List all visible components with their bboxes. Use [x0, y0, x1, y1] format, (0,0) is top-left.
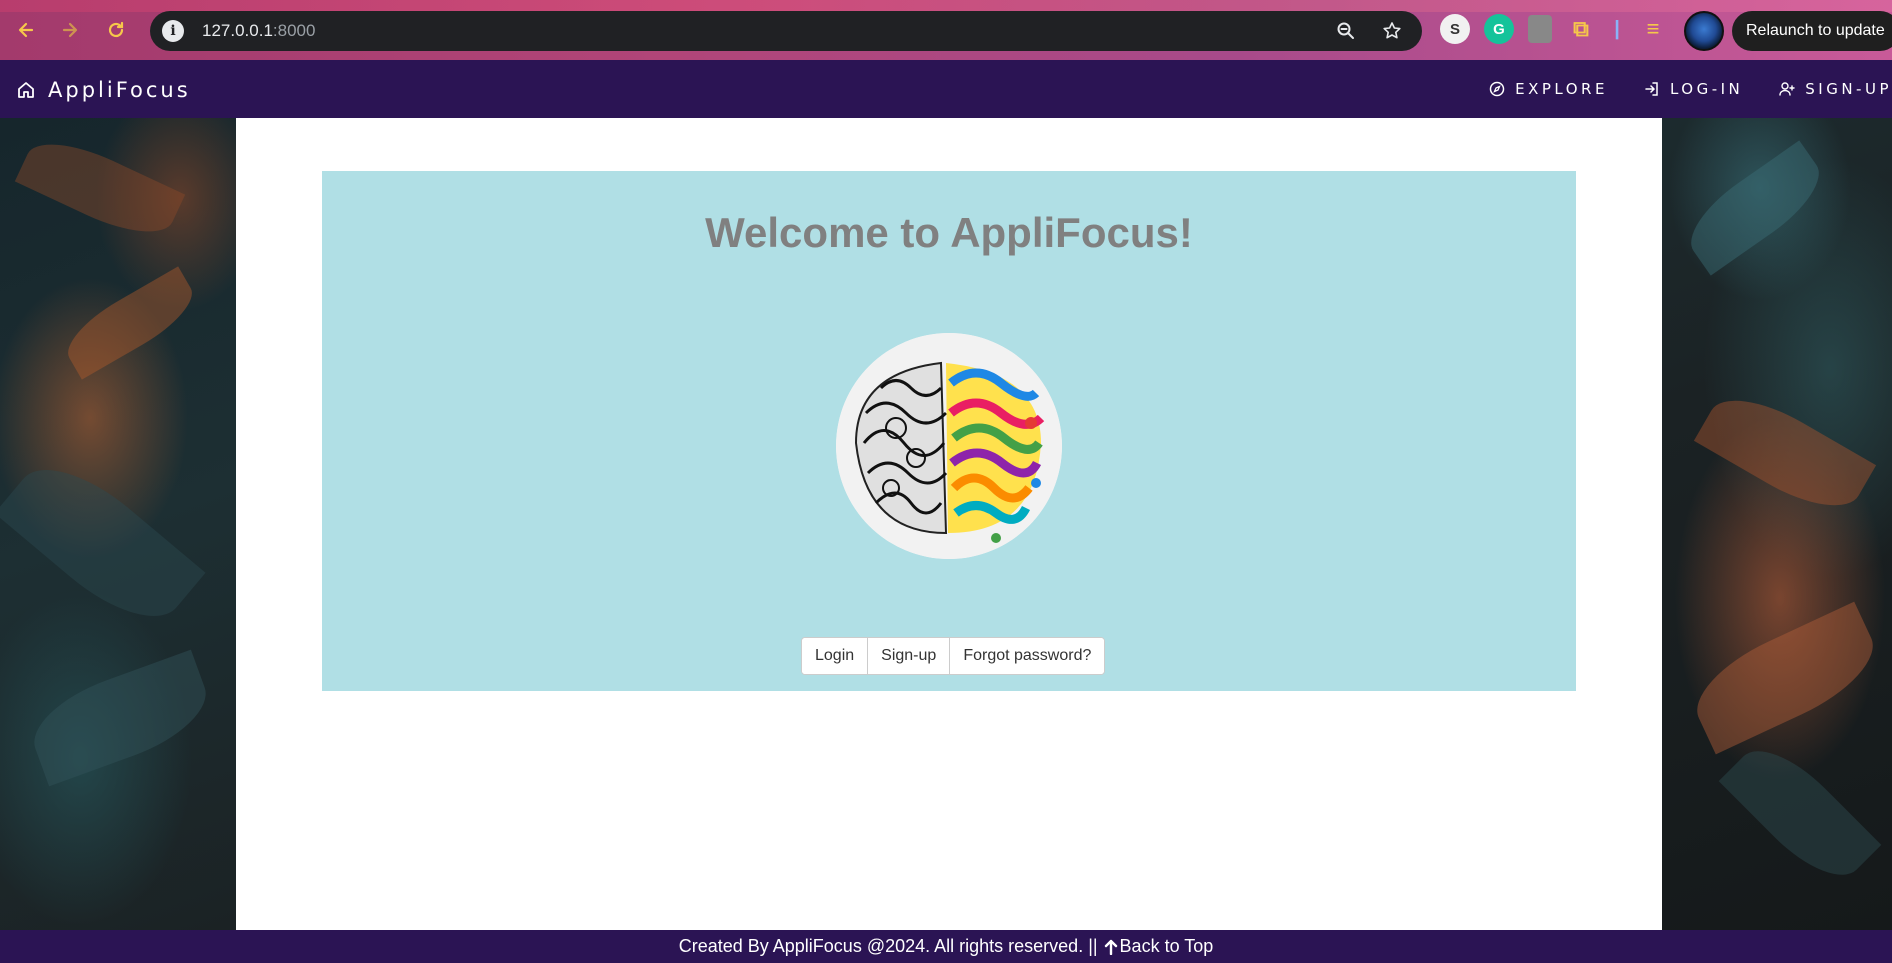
forward-arrow-icon[interactable] — [56, 16, 84, 44]
nav-signup-label: SIGN-UP — [1805, 80, 1892, 98]
nav-login[interactable]: LOG-IN — [1644, 80, 1743, 98]
nav-login-label: LOG-IN — [1669, 80, 1744, 98]
back-arrow-icon[interactable] — [12, 16, 40, 44]
reading-list-icon[interactable]: ≡ — [1638, 14, 1668, 44]
address-bar[interactable]: i 127.0.0.1 :8000 — [150, 11, 1422, 51]
profile-avatar[interactable] — [1684, 11, 1724, 51]
main-content: Welcome to AppliFocus! Login Sign-up For… — [236, 118, 1662, 930]
extensions-area: S G ⧉ | ≡ — [1440, 14, 1668, 44]
browser-toolbar: i 127.0.0.1 :8000 S G ⧉ | ≡ Relaunch to … — [0, 0, 1892, 60]
user-plus-icon — [1779, 82, 1795, 96]
leaf-decoration — [14, 127, 186, 249]
leaf-decoration — [1676, 140, 1834, 276]
bookmark-star-icon[interactable] — [1380, 19, 1404, 43]
nav-explore-label: EXPLORE — [1515, 80, 1608, 98]
brand-name: AppliFocus — [48, 78, 191, 102]
leaf-decoration — [21, 649, 219, 787]
welcome-jumbotron: Welcome to AppliFocus! Login Sign-up For… — [322, 171, 1576, 691]
nav-links: EXPLORE LOG-IN SIGN-UP — [1489, 80, 1892, 98]
back-to-top-label: Back to Top — [1119, 936, 1214, 956]
leaf-decoration — [1693, 380, 1877, 526]
forgot-password-button[interactable]: Forgot password? — [950, 638, 1105, 674]
leaf-decoration — [56, 266, 204, 380]
leaf-decoration — [1718, 731, 1882, 895]
url-port: :8000 — [272, 21, 316, 40]
leaf-decoration — [1681, 601, 1889, 755]
nav-signup[interactable]: SIGN-UP — [1779, 80, 1892, 98]
site-navbar: AppliFocus EXPLORE LOG-IN SIGN-UP — [0, 60, 1892, 118]
back-to-top-link[interactable]: Back to Top — [1104, 936, 1214, 957]
url-host: 127.0.0.1 — [202, 21, 273, 40]
grammarly-icon[interactable]: G — [1484, 14, 1514, 44]
login-icon — [1645, 82, 1658, 96]
puzzle-icon[interactable]: ⧉ — [1566, 14, 1596, 44]
login-button[interactable]: Login — [802, 638, 869, 674]
reload-icon[interactable] — [102, 16, 130, 44]
brand-link[interactable]: AppliFocus — [16, 78, 191, 102]
relaunch-button[interactable]: Relaunch to update — [1732, 11, 1892, 51]
brain-illustration — [836, 333, 1062, 559]
leaf-decoration — [0, 444, 206, 642]
media-indicator-icon[interactable]: | — [1610, 14, 1624, 44]
footer-copyright: Created By AppliFocus @2024. All rights … — [678, 936, 1098, 956]
signup-button[interactable]: Sign-up — [868, 638, 951, 674]
arrow-up-icon — [1104, 939, 1117, 955]
document-extension-icon[interactable] — [1528, 15, 1552, 43]
auth-button-group: Login Sign-up Forgot password? — [801, 637, 1106, 675]
home-icon — [18, 82, 34, 98]
nav-explore[interactable]: EXPLORE — [1489, 80, 1608, 98]
extension-s-icon[interactable]: S — [1440, 14, 1470, 44]
footer: Created By AppliFocus @2024. All rights … — [0, 930, 1892, 963]
zoom-icon[interactable] — [1334, 19, 1358, 43]
compass-icon — [1489, 81, 1505, 97]
site-info-icon[interactable]: i — [162, 20, 184, 42]
page-title: Welcome to AppliFocus! — [705, 209, 1193, 256]
